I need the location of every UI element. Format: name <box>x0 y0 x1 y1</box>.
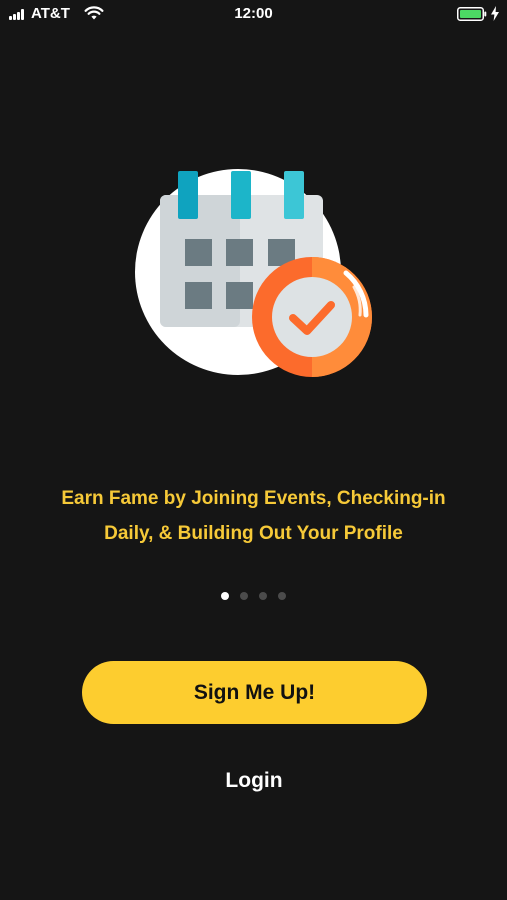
sign-up-button[interactable]: Sign Me Up! <box>82 661 427 724</box>
page-dot-2[interactable] <box>240 592 248 600</box>
headline-line-1: Earn Fame by Joining Events, Checking-in <box>61 488 446 509</box>
page-dot-3[interactable] <box>259 592 267 600</box>
status-time: 12:00 <box>234 5 273 22</box>
page-indicator <box>0 592 507 600</box>
login-link[interactable]: Login <box>154 764 354 798</box>
calendar-check-icon <box>135 169 372 377</box>
battery-icon <box>457 7 487 21</box>
headline-line-2: Daily, & Building Out Your Profile <box>104 523 403 544</box>
charging-bolt-icon <box>491 6 499 21</box>
status-bar: AT&T 12:00 <box>0 0 507 28</box>
page-dot-1[interactable] <box>221 592 229 600</box>
page-dot-4[interactable] <box>278 592 286 600</box>
onboarding-headline: Earn Fame by Joining Events, Checking-in… <box>20 481 487 551</box>
